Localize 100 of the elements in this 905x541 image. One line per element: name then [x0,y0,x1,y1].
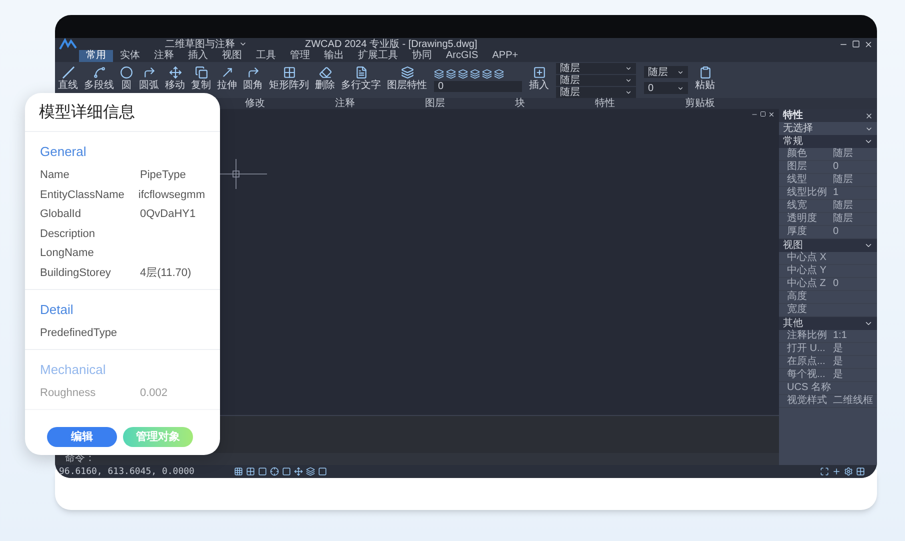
ribbon-tool-button[interactable]: 矩形阵列 [266,62,312,91]
property-dropdown[interactable]: 随层 [556,86,636,98]
status-toggle-icon[interactable] [294,467,304,476]
tool-icon [120,66,133,79]
status-tool-icon[interactable] [832,467,841,476]
menu-tab[interactable]: 扩展工具 [351,50,405,62]
property-label: UCS 名称 [787,382,832,394]
ribbon-tool-button[interactable]: 插入 [526,62,552,98]
status-toggle-icon[interactable] [258,467,268,476]
menu-tab[interactable]: 协同 [405,50,439,62]
section-header[interactable]: 视图 [779,239,877,252]
property-label: 打开 U... [787,343,826,355]
status-tool-icon[interactable] [856,467,865,476]
section-header[interactable]: 常规 [779,135,877,148]
status-toggle-icon[interactable] [306,467,316,476]
menu-tab[interactable]: 输出 [317,50,351,62]
property-value: 是 [833,369,843,381]
layer-name: 0 [438,80,444,92]
section-title: Detail [40,300,74,318]
ribbon-tool-button[interactable]: 复制 [188,62,214,91]
layer-dropdown[interactable]: 0 [434,80,522,92]
property-label: 线型 [787,174,808,186]
caret-icon [864,319,873,328]
layer-tool-icon[interactable] [470,68,480,78]
window-title: ZWCAD 2024 专业版 - [Drawing5.dwg] [305,38,478,50]
property-label: 透明度 [787,213,818,225]
maximize-icon[interactable] [852,40,860,48]
close-icon[interactable] [865,112,873,120]
menu-tab[interactable]: 视图 [215,50,249,62]
tool-icon [318,66,332,79]
field-value: PipeType [140,168,186,183]
ribbon-tool-button[interactable]: 圆角 [240,62,266,91]
minimize-icon[interactable] [751,111,758,118]
menu-tab[interactable]: APP+ [485,50,526,62]
tool-icon [62,66,74,79]
ribbon-tool-button[interactable]: 拉伸 [214,62,240,91]
ribbon-tool-button[interactable]: 删除 [312,62,338,91]
field-name: Description [40,226,96,242]
caret-icon [677,68,684,76]
section-header[interactable]: 其他 [779,317,877,330]
layer-tool-icon[interactable] [494,68,504,78]
menu-tab[interactable]: 实体 [113,50,147,62]
layer-tool-icon[interactable] [482,68,492,78]
field-name: BuildingStorey [40,266,112,280]
menu-tab[interactable]: ArcGIS [439,50,486,62]
layer-tool-icon[interactable] [434,68,444,78]
ribbon-tool-button[interactable]: 圆 [117,62,136,91]
tool-icon [400,66,414,79]
property-dropdown[interactable]: 随层 [644,66,688,78]
ribbon-tool-button[interactable]: 多段线 [81,62,117,91]
caret-icon [677,84,684,92]
property-value: 二维线框 [833,395,873,407]
ribbon-group-label: 特性 [595,98,615,109]
property-dropdown[interactable]: 0 [644,82,688,94]
property-dropdown[interactable]: 随层 [556,74,636,86]
field-name: Roughness [40,386,97,400]
property-value: 0 [833,226,839,238]
status-toggle-icon[interactable] [270,467,280,476]
menu-tab[interactable]: 管理 [283,50,317,62]
property-value: 1 [833,187,839,199]
status-toggle-icon[interactable] [318,467,328,476]
field-name: Name [40,168,70,183]
field-value: ifcflowsegmm [138,188,205,202]
edit-button[interactable]: 编辑 [47,427,117,447]
menu-tab[interactable]: 注释 [147,50,181,62]
property-value: 是 [833,356,843,368]
ribbon-group-label: 修改 [245,98,265,109]
layer-tool-icon[interactable] [446,68,456,78]
property-label: 图层 [787,161,808,173]
menu-tab[interactable]: 常用 [79,50,113,62]
menu-tab[interactable]: 插入 [181,50,215,62]
ribbon-tool-button[interactable]: 圆弧 [136,62,162,91]
workspace-dropdown[interactable]: 二维草图与注释 [165,38,247,50]
caret-icon [239,40,247,48]
ribbon-tool-button[interactable]: 图层特性 [384,62,430,91]
status-tool-icon[interactable] [820,467,829,476]
property-label: 线宽 [787,200,808,212]
close-icon[interactable] [864,40,873,48]
property-label: 视觉样式 [787,395,828,407]
panel-title: 特性 [783,110,803,122]
menu-tab[interactable]: 工具 [249,50,283,62]
property-dropdown[interactable]: 随层 [556,62,636,74]
ribbon-tool-button[interactable]: 粘贴 [692,62,718,98]
ribbon-tool-button[interactable]: 多行文字 [338,62,384,91]
ribbon-group-label: 块 [515,98,525,109]
status-toggle-icon[interactable] [282,467,292,476]
selection-dropdown[interactable]: 无选择 [779,122,877,135]
status-toggle-icon[interactable] [234,467,244,476]
maximize-icon[interactable] [760,111,766,117]
close-icon[interactable] [768,111,775,118]
field-name: GlobalId [40,207,82,222]
layer-tool-icon[interactable] [458,68,468,78]
ribbon-tool-button[interactable]: 移动 [162,62,188,91]
property-label: 宽度 [787,304,808,316]
ribbon-group-label: 图层 [425,98,445,109]
status-tool-icon[interactable] [844,467,853,476]
ribbon-tool-button[interactable]: 直线 [55,62,81,91]
status-toggle-icon[interactable] [246,467,256,476]
property-label: 线型比例 [787,187,828,199]
field-name: LongName [40,246,95,261]
